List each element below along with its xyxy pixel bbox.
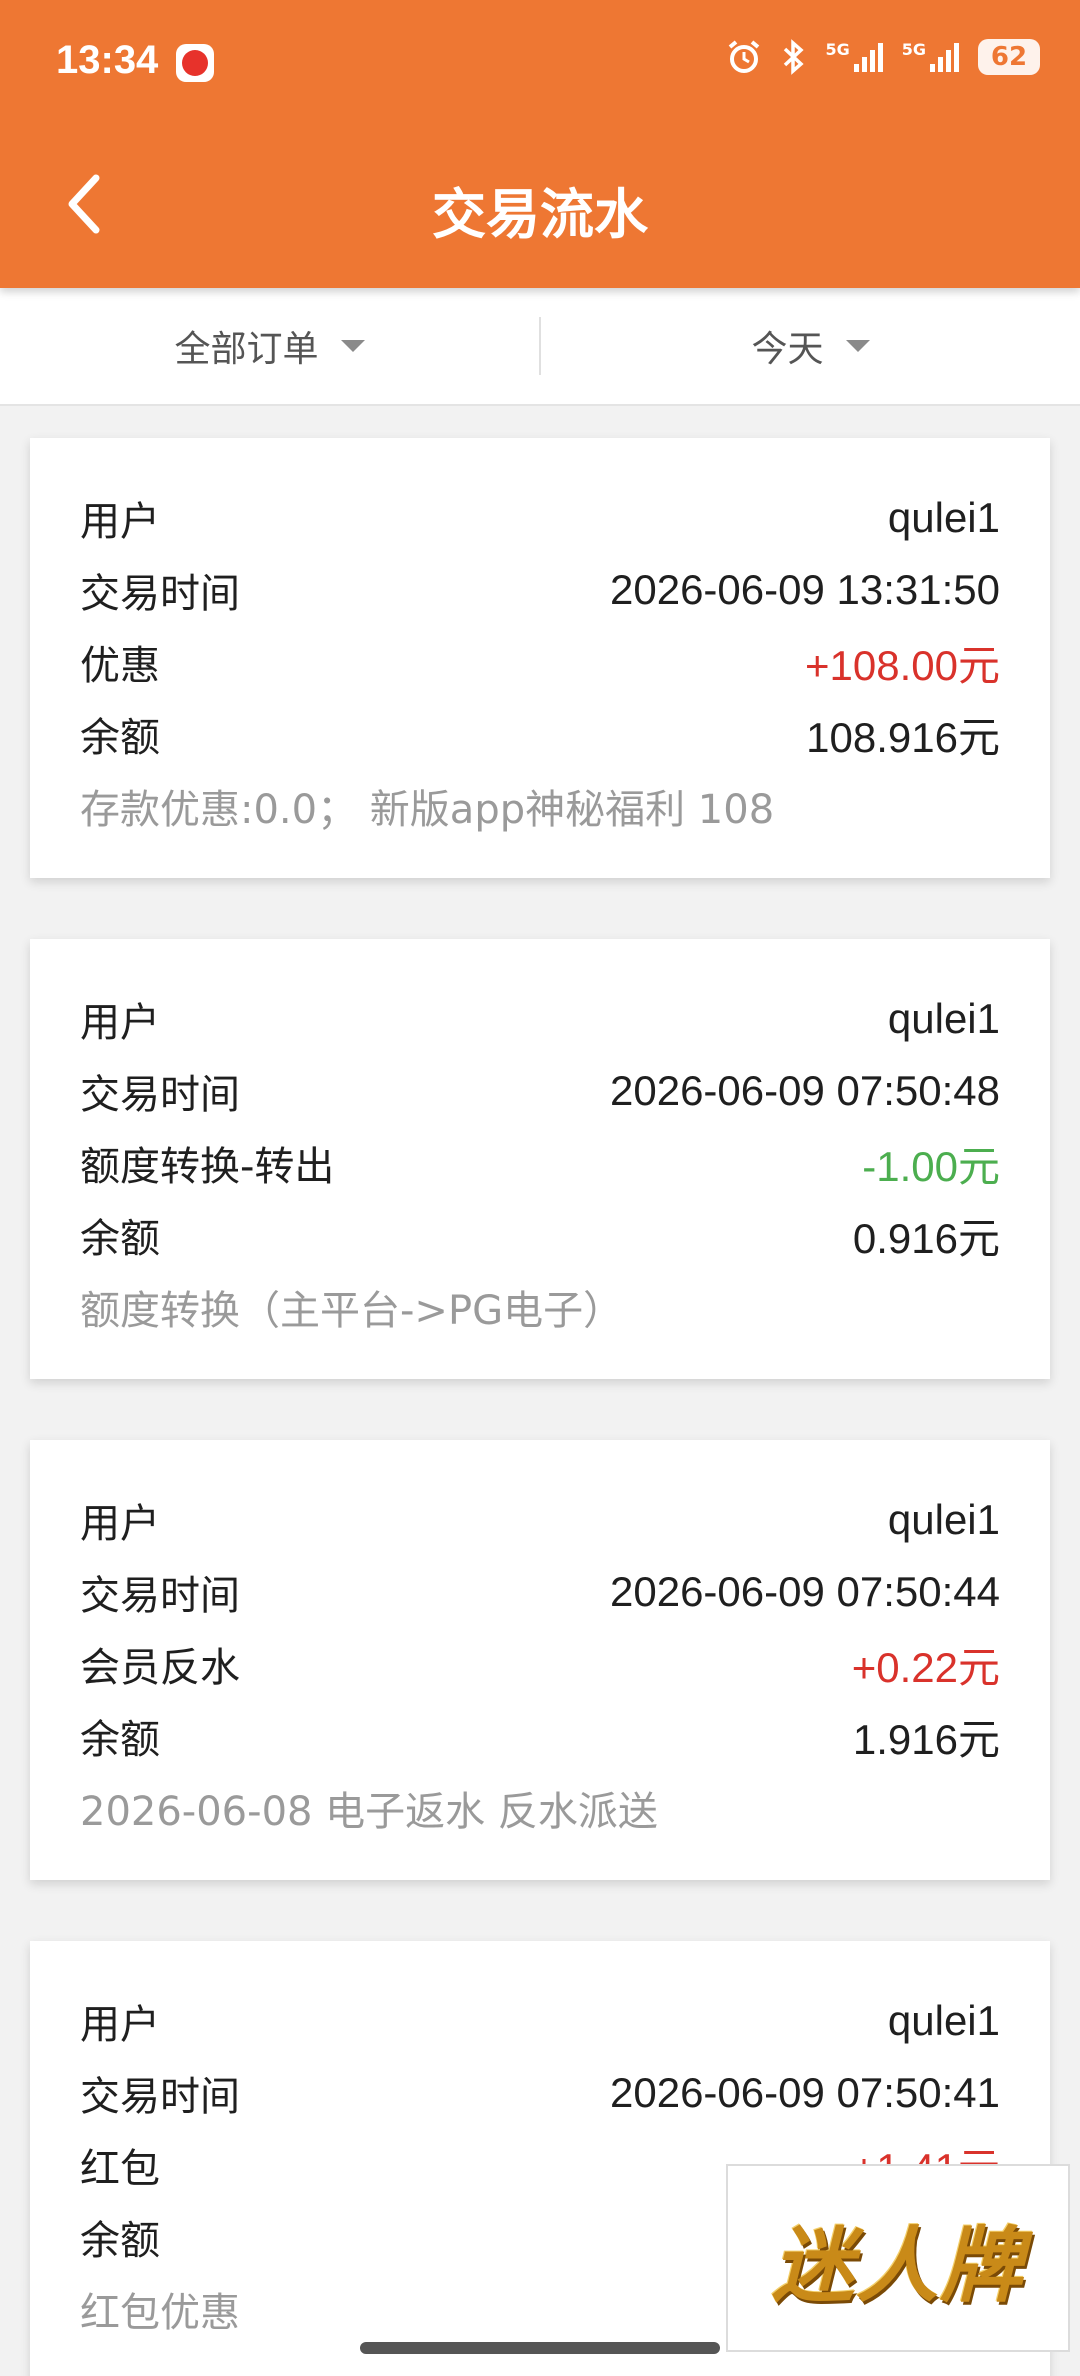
user-label: 用户 bbox=[80, 2002, 160, 2048]
alarm-icon bbox=[725, 38, 763, 76]
date-range-dropdown[interactable]: 今天 bbox=[541, 288, 1080, 404]
balance-label: 余额 bbox=[80, 715, 160, 761]
time-row: 交易时间 2026-06-09 07:50:44 bbox=[80, 1556, 1000, 1628]
notification-app-icon bbox=[176, 44, 214, 82]
user-label: 用户 bbox=[80, 1501, 160, 1547]
type-label: 优惠 bbox=[80, 643, 160, 689]
balance-value: 108.916元 bbox=[806, 713, 1000, 761]
status-time: 13:34 bbox=[56, 38, 159, 82]
balance-row: 余额 108.916元 bbox=[80, 698, 1000, 770]
transaction-card[interactable]: 用户 qulei1 交易时间 2026-06-09 07:50:48 额度转换-… bbox=[30, 939, 1050, 1379]
balance-label: 余额 bbox=[80, 1216, 160, 1262]
user-row: 用户 qulei1 bbox=[80, 1484, 1000, 1556]
balance-label: 余额 bbox=[80, 1717, 160, 1763]
user-value: qulei1 bbox=[887, 494, 1000, 541]
transaction-card[interactable]: 用户 qulei1 交易时间 2026-06-09 07:50:44 会员反水 … bbox=[30, 1440, 1050, 1880]
order-type-dropdown[interactable]: 全部订单 bbox=[0, 288, 539, 404]
signal-icon-2: 5G bbox=[902, 40, 962, 74]
type-row: 额度转换-转出 -1.00元 bbox=[80, 1127, 1000, 1199]
user-value: qulei1 bbox=[887, 995, 1000, 1042]
signal-icon-1: 5G bbox=[825, 40, 885, 74]
page-title: 交易流水 bbox=[432, 183, 648, 246]
balance-label: 余额 bbox=[80, 2218, 160, 2264]
time-row: 交易时间 2026-06-09 07:50:41 bbox=[80, 2057, 1000, 2129]
transaction-list: 用户 qulei1 交易时间 2026-06-09 13:31:50 优惠 +1… bbox=[30, 438, 1050, 2376]
type-row: 优惠 +108.00元 bbox=[80, 626, 1000, 698]
time-label: 交易时间 bbox=[80, 1573, 240, 1619]
remark-text: 2026-06-08 电子返水 反水派送 bbox=[80, 1789, 658, 1835]
time-value: 2026-06-09 07:50:41 bbox=[610, 2069, 1000, 2116]
time-value: 2026-06-09 13:31:50 bbox=[610, 566, 1000, 613]
user-row: 用户 qulei1 bbox=[80, 983, 1000, 1055]
watermark-logo: 迷人牌 bbox=[726, 2164, 1070, 2352]
bluetooth-icon bbox=[779, 38, 809, 76]
user-value: qulei1 bbox=[887, 1997, 1000, 2044]
user-row: 用户 qulei1 bbox=[80, 482, 1000, 554]
time-label: 交易时间 bbox=[80, 1072, 240, 1118]
signal-2-label: 5G bbox=[901, 40, 926, 59]
amount-value: +108.00元 bbox=[805, 641, 1000, 689]
battery-indicator: 62 bbox=[978, 39, 1040, 75]
amount-value: +0.22元 bbox=[851, 1643, 1000, 1691]
type-label: 红包 bbox=[80, 2146, 160, 2192]
signal-1-label: 5G bbox=[825, 40, 850, 59]
balance-row: 余额 0.916元 bbox=[80, 1199, 1000, 1271]
caret-down-icon bbox=[340, 340, 365, 352]
transaction-card[interactable]: 用户 qulei1 交易时间 2026-06-09 13:31:50 优惠 +1… bbox=[30, 438, 1050, 878]
user-label: 用户 bbox=[80, 499, 160, 545]
date-range-label: 今天 bbox=[751, 329, 824, 370]
type-label: 会员反水 bbox=[80, 1645, 240, 1691]
app-header: 13:34 5G 5G 62 交易流水 bbox=[0, 0, 1080, 288]
amount-value: -1.00元 bbox=[862, 1142, 1000, 1190]
balance-value: 0.916元 bbox=[852, 1214, 1000, 1262]
caret-down-icon bbox=[845, 340, 870, 352]
balance-row: 余额 1.916元 bbox=[80, 1700, 1000, 1772]
watermark-text: 迷人牌 bbox=[772, 2218, 1024, 2314]
time-value: 2026-06-09 07:50:48 bbox=[610, 1067, 1000, 1114]
time-label: 交易时间 bbox=[80, 2074, 240, 2120]
user-label: 用户 bbox=[80, 1000, 160, 1046]
remark-text: 额度转换（主平台->PG电子） bbox=[80, 1288, 624, 1334]
time-row: 交易时间 2026-06-09 07:50:48 bbox=[80, 1055, 1000, 1127]
filter-bar: 全部订单 今天 bbox=[0, 288, 1080, 406]
time-value: 2026-06-09 07:50:44 bbox=[610, 1568, 1000, 1615]
type-row: 会员反水 +0.22元 bbox=[80, 1628, 1000, 1700]
home-indicator[interactable] bbox=[360, 2342, 720, 2354]
user-row: 用户 qulei1 bbox=[80, 1985, 1000, 2057]
user-value: qulei1 bbox=[887, 1496, 1000, 1543]
order-type-label: 全部订单 bbox=[174, 329, 319, 370]
type-label: 额度转换-转出 bbox=[80, 1144, 335, 1190]
balance-value: 1.916元 bbox=[852, 1715, 1000, 1763]
status-icons: 5G 5G 62 bbox=[725, 38, 1040, 76]
time-label: 交易时间 bbox=[80, 571, 240, 617]
remark-text: 存款优惠:0.0； 新版app神秘福利 108 bbox=[80, 787, 775, 833]
time-row: 交易时间 2026-06-09 13:31:50 bbox=[80, 554, 1000, 626]
